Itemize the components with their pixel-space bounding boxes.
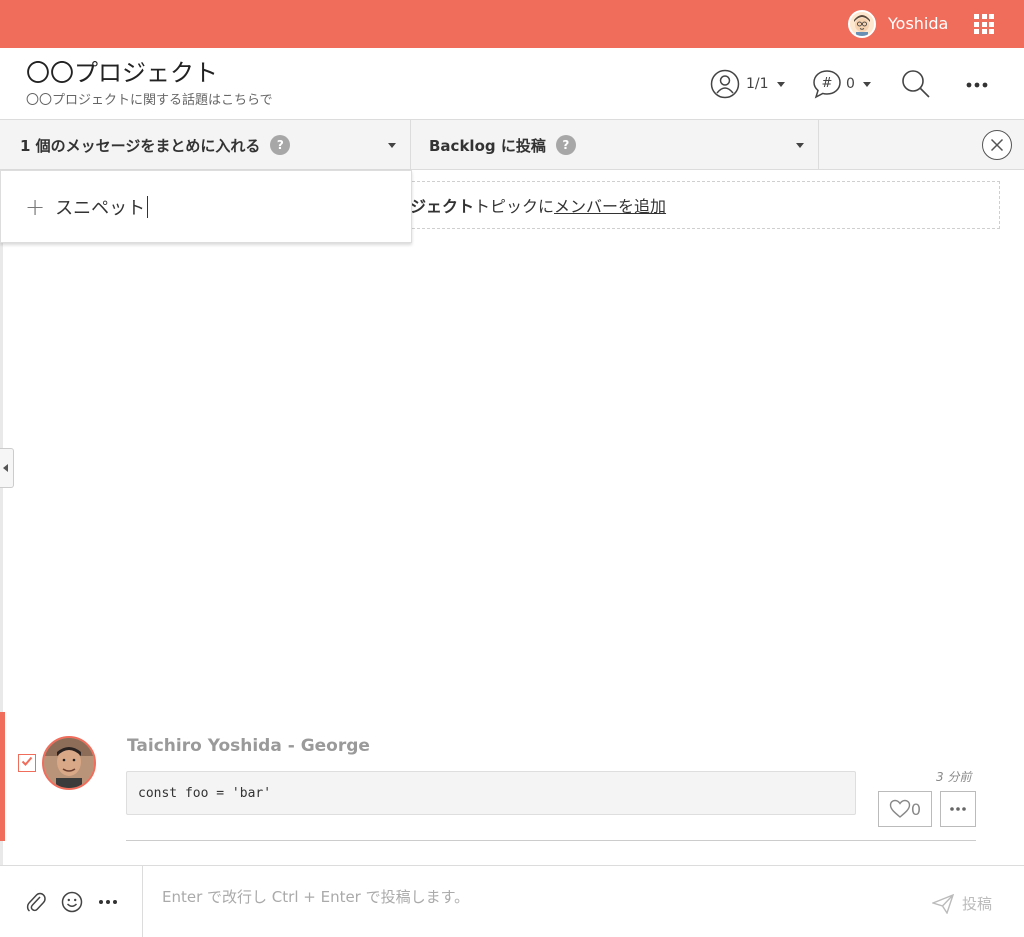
top-bar: Yoshida (0, 0, 1024, 48)
backlog-dropdown[interactable]: Backlog に投稿 ? (411, 120, 819, 170)
more-dots-icon (966, 82, 988, 88)
message-author: Taichiro Yoshida - George (127, 736, 370, 756)
svg-text:#: # (822, 76, 833, 91)
smiley-icon (61, 891, 83, 913)
message-divider (126, 840, 976, 841)
composer-tools (0, 866, 143, 937)
username[interactable]: Yoshida (888, 14, 948, 34)
selected-accent-bar (0, 712, 5, 841)
hash-bubble-icon: # (813, 70, 841, 99)
member-icon (710, 69, 740, 99)
search-button[interactable] (900, 68, 932, 100)
merge-dropdown-label: 1 個のメッセージをまとめに入れる (20, 136, 261, 155)
message-item[interactable]: Taichiro Yoshida - George const foo = 'b… (0, 712, 1024, 842)
message-checkbox[interactable] (18, 754, 36, 772)
more-menu-button[interactable] (964, 76, 990, 92)
user-avatar-illustration (850, 12, 874, 36)
page-title: 〇〇プロジェクト (26, 59, 218, 87)
merge-dropdown-menu: + スニペット (0, 170, 412, 243)
composer-more-button[interactable] (97, 891, 119, 913)
close-icon (990, 138, 1004, 152)
info-text: トピックに (474, 197, 555, 216)
backlog-dropdown-label: Backlog に投稿 (429, 136, 546, 155)
message-more-button[interactable] (940, 791, 976, 827)
code-snippet: const foo = 'bar' (126, 771, 856, 815)
heart-icon (889, 799, 911, 818)
emoji-button[interactable] (61, 891, 83, 913)
send-icon (932, 893, 954, 914)
plus-icon: + (25, 192, 46, 221)
info-bold-text: ジェクト (410, 197, 475, 216)
like-button[interactable]: 0 (878, 791, 932, 827)
check-icon (21, 756, 33, 766)
help-icon[interactable]: ? (270, 135, 291, 155)
message-timestamp: 3 分前 (936, 770, 972, 784)
more-dots-icon (99, 900, 117, 904)
text-cursor (147, 195, 149, 218)
message-input[interactable] (144, 866, 904, 937)
author-photo (44, 738, 94, 788)
chevron-down-icon (862, 81, 871, 87)
chevron-down-icon (388, 143, 396, 148)
topics-count: 0 (846, 76, 855, 92)
paperclip-icon (26, 892, 46, 912)
close-selection-button[interactable] (982, 130, 1012, 160)
chevron-down-icon (776, 81, 785, 87)
more-dots-icon (950, 807, 966, 811)
post-button[interactable]: 投稿 (932, 893, 992, 914)
chevron-down-icon (796, 143, 804, 148)
page-subtitle: 〇〇プロジェクトに関する話題はこちらで (26, 93, 273, 108)
topics-button[interactable]: # 0 (812, 68, 871, 100)
post-label: 投稿 (962, 895, 993, 913)
help-icon[interactable]: ? (555, 135, 576, 155)
action-bar: 1 個のメッセージをまとめに入れる ? Backlog に投稿 ? (0, 120, 1024, 170)
like-count: 0 (910, 799, 922, 819)
members-count: 1/1 (746, 76, 769, 92)
topic-header: 〇〇プロジェクト 〇〇プロジェクトに関する話題はこちらで 1/1 # 0 (0, 48, 1024, 120)
merge-dropdown[interactable]: 1 個のメッセージをまとめに入れる ? (0, 120, 411, 170)
apps-grid-icon[interactable] (974, 14, 994, 34)
search-icon (902, 70, 930, 98)
members-button[interactable]: 1/1 (710, 68, 785, 100)
menu-item-snippet[interactable]: スニペット (55, 194, 145, 220)
composer: 投稿 (0, 865, 1024, 937)
author-avatar[interactable] (42, 736, 96, 790)
attach-button[interactable] (25, 891, 47, 913)
user-avatar[interactable] (848, 10, 876, 38)
topic-info-box: ジェクト トピックに メンバーを追加 (402, 181, 1000, 229)
add-member-link[interactable]: メンバーを追加 (554, 193, 666, 217)
sidebar-toggle[interactable] (0, 448, 14, 488)
